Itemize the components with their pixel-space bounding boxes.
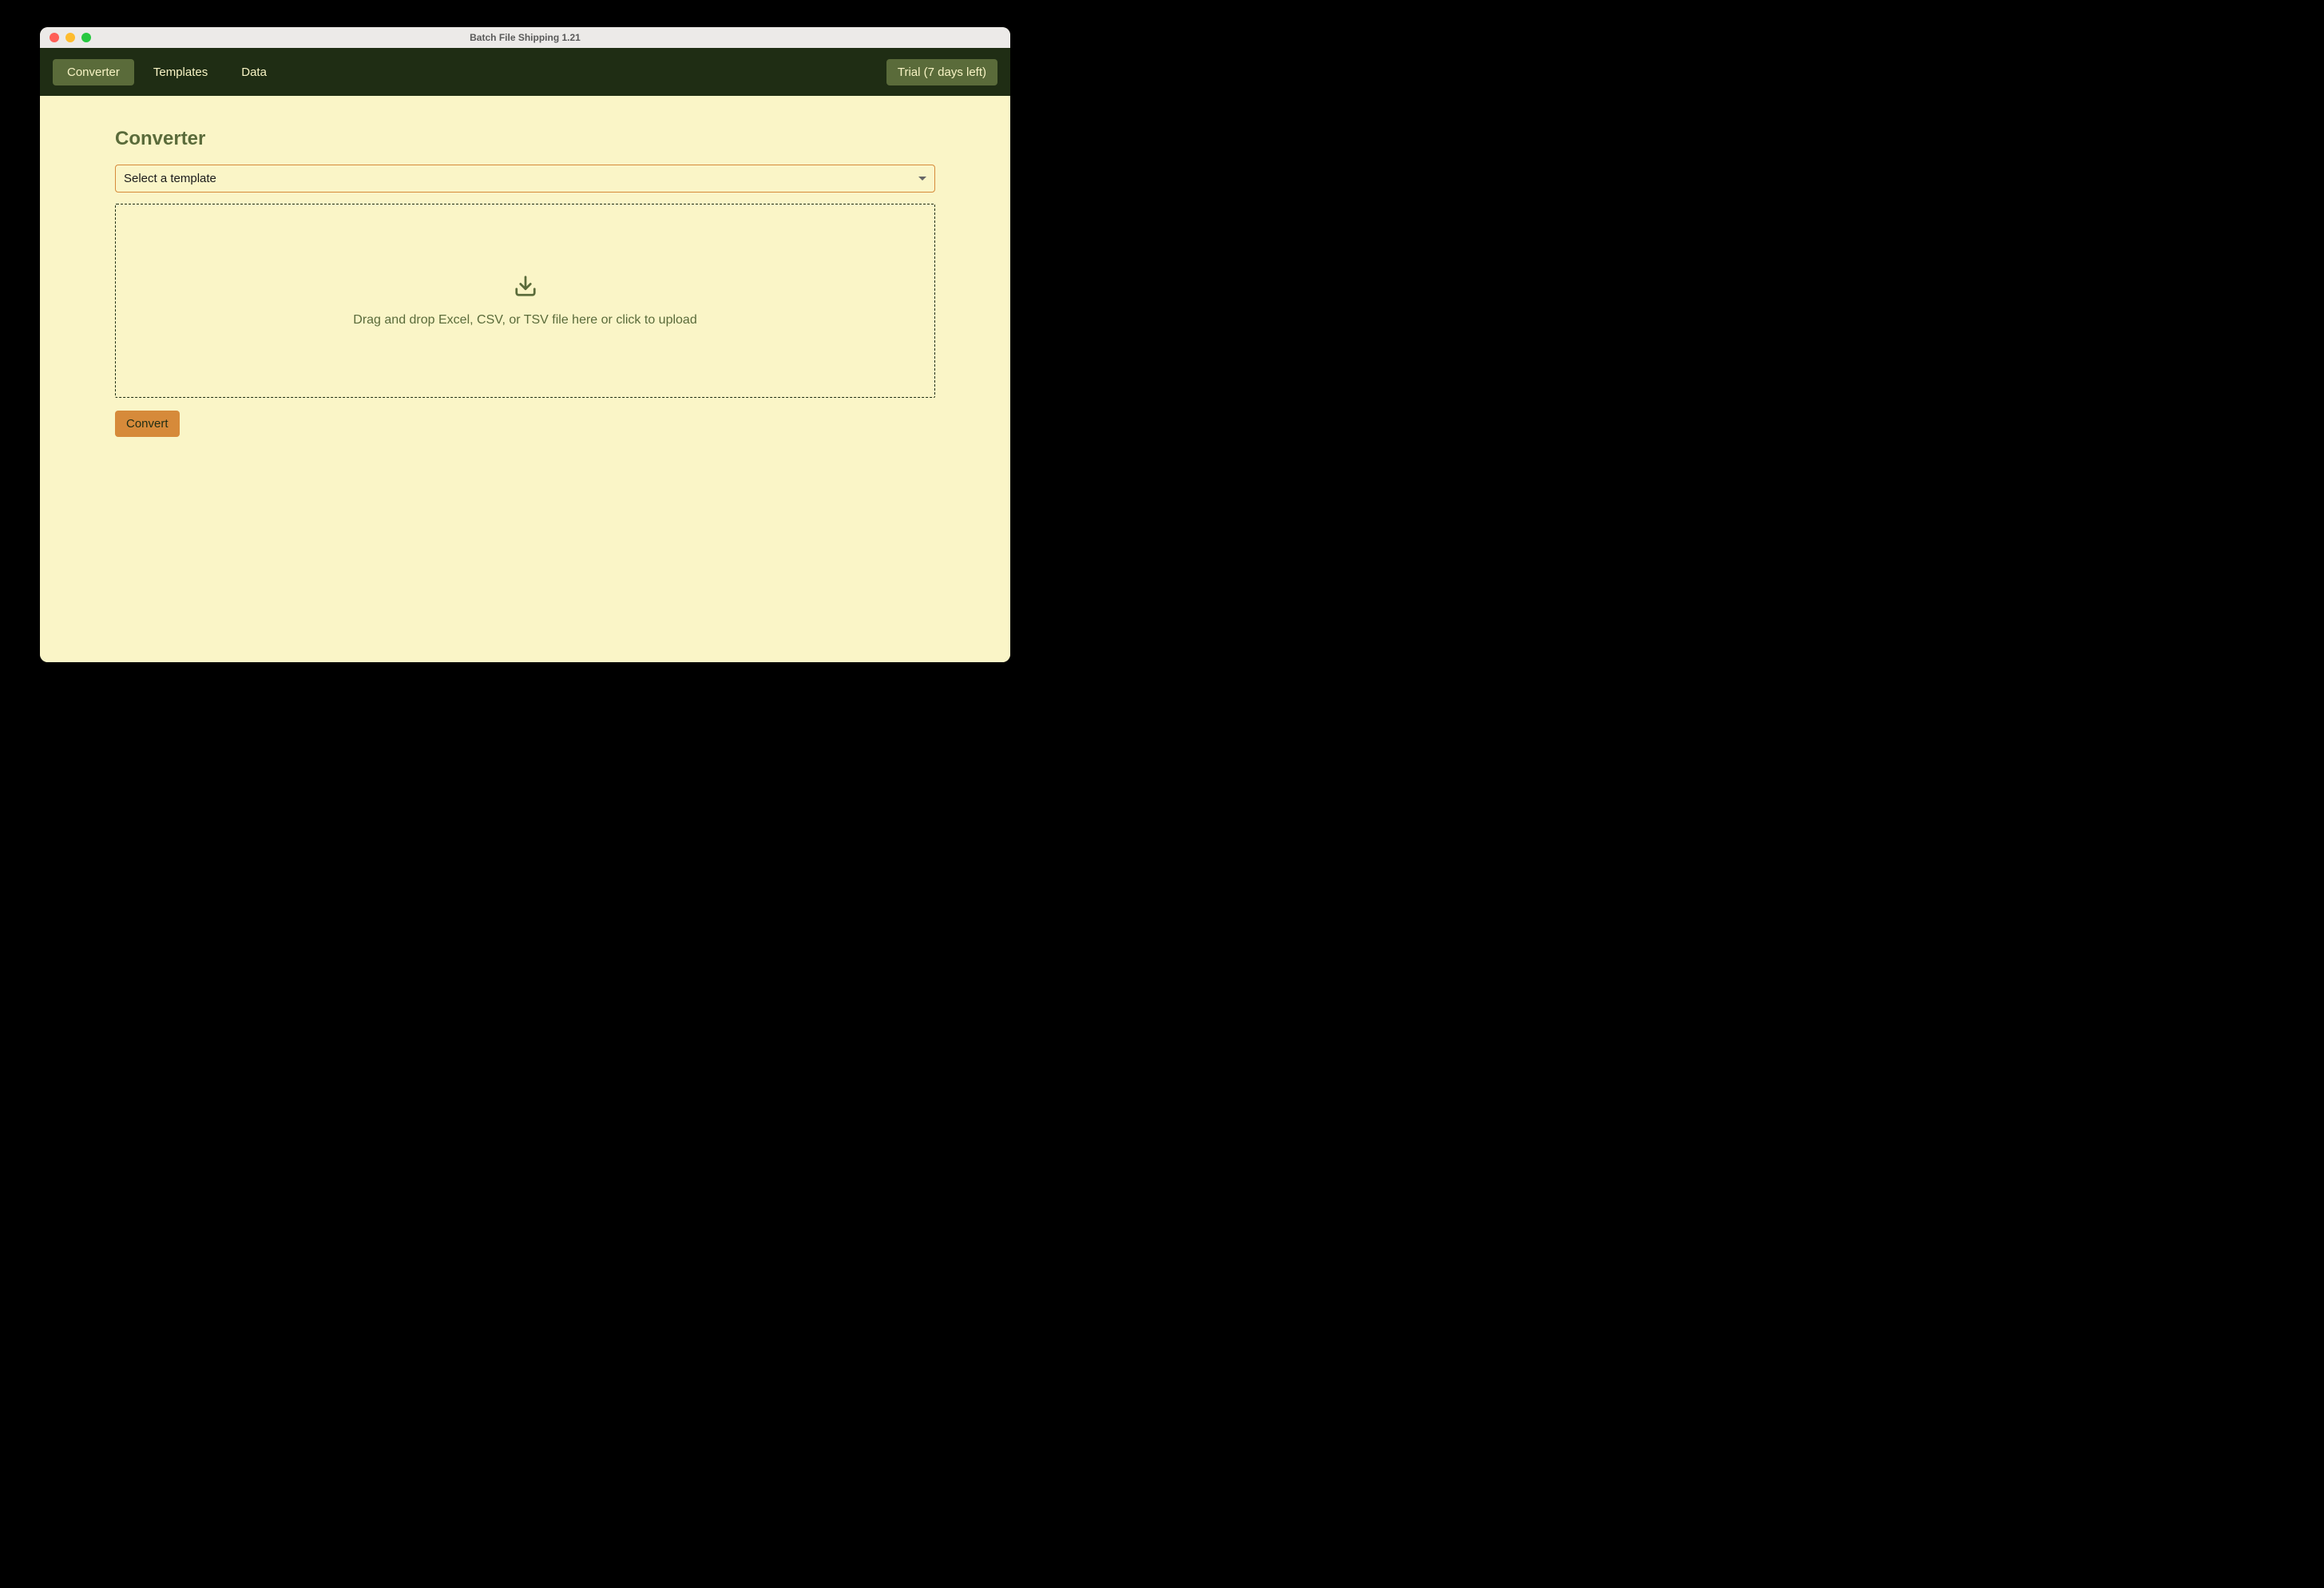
titlebar: Batch File Shipping 1.21 [40,27,1010,48]
content-area: Converter Select a template Drag and dro… [40,96,1010,662]
dropzone-text: Drag and drop Excel, CSV, or TSV file he… [353,313,696,328]
nav-item-data[interactable]: Data [227,59,281,85]
nav-items: Converter Templates Data [53,59,281,85]
nav-item-templates[interactable]: Templates [139,59,222,85]
window-title: Batch File Shipping 1.21 [40,32,1010,43]
traffic-lights [50,33,91,42]
page-title: Converter [115,128,935,150]
window-minimize-button[interactable] [65,33,75,42]
convert-button[interactable]: Convert [115,411,180,437]
template-select[interactable]: Select a template [115,165,935,193]
window-maximize-button[interactable] [81,33,91,42]
trial-label: Trial (7 days left) [898,66,986,79]
nav-item-label: Data [241,66,267,79]
file-dropzone[interactable]: Drag and drop Excel, CSV, or TSV file he… [115,204,935,398]
navbar: Converter Templates Data Trial (7 days l… [40,48,1010,96]
convert-button-label: Convert [126,417,169,431]
nav-item-converter[interactable]: Converter [53,59,134,85]
download-icon [514,274,537,302]
trial-badge[interactable]: Trial (7 days left) [886,59,997,85]
nav-item-label: Templates [153,66,208,79]
nav-item-label: Converter [67,66,120,79]
app-window: Batch File Shipping 1.21 Converter Templ… [40,27,1010,662]
window-close-button[interactable] [50,33,59,42]
